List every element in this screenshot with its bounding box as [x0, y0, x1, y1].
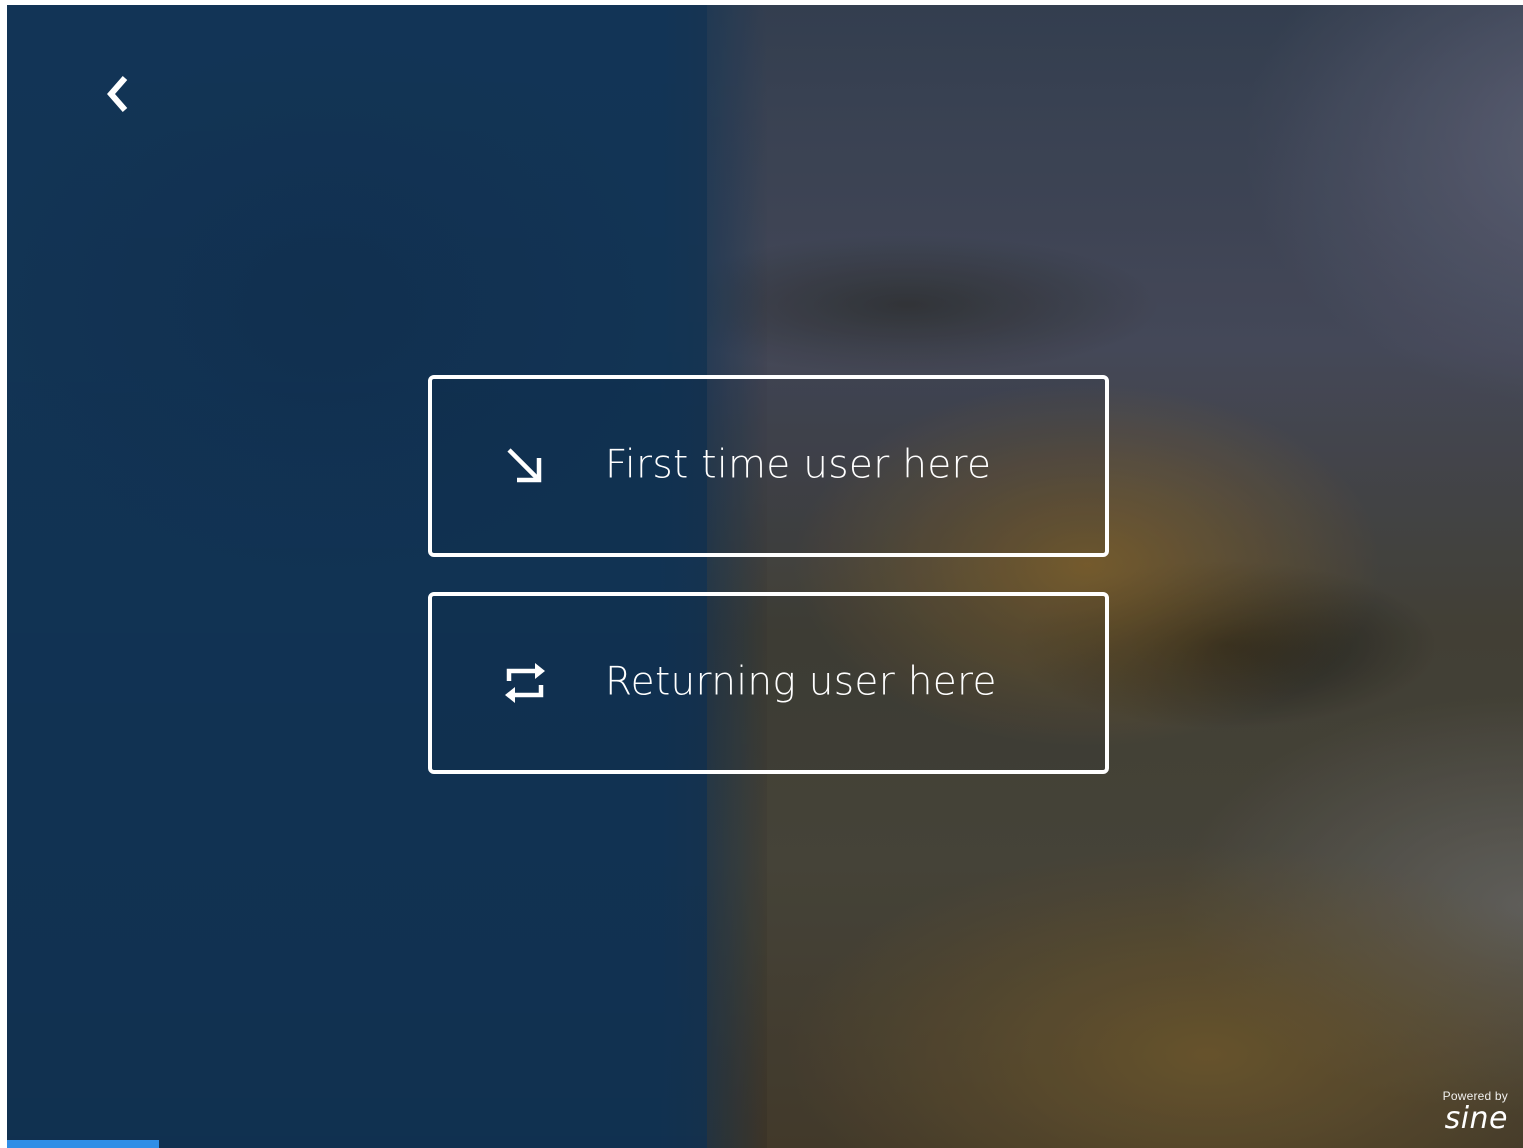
returning-user-label: Returning user here — [605, 659, 997, 705]
first-time-user-button[interactable]: First time user here — [428, 375, 1109, 557]
progress-bar — [7, 1140, 1523, 1148]
sine-logo: sine — [1444, 1101, 1508, 1136]
powered-by-badge: Powered by sine — [1443, 1089, 1508, 1134]
chevron-left-icon — [107, 76, 128, 112]
back-button[interactable] — [95, 71, 141, 117]
returning-user-button[interactable]: Returning user here — [428, 592, 1109, 774]
progress-bar-fill — [7, 1140, 159, 1148]
blurred-background — [7, 5, 1523, 1148]
first-time-user-label: First time user here — [605, 442, 992, 488]
background-dim — [7, 5, 1523, 1148]
sign-in-screen: First time user here Returning user here… — [7, 5, 1523, 1148]
arrow-down-right-icon — [500, 441, 550, 491]
repeat-icon — [500, 658, 550, 708]
